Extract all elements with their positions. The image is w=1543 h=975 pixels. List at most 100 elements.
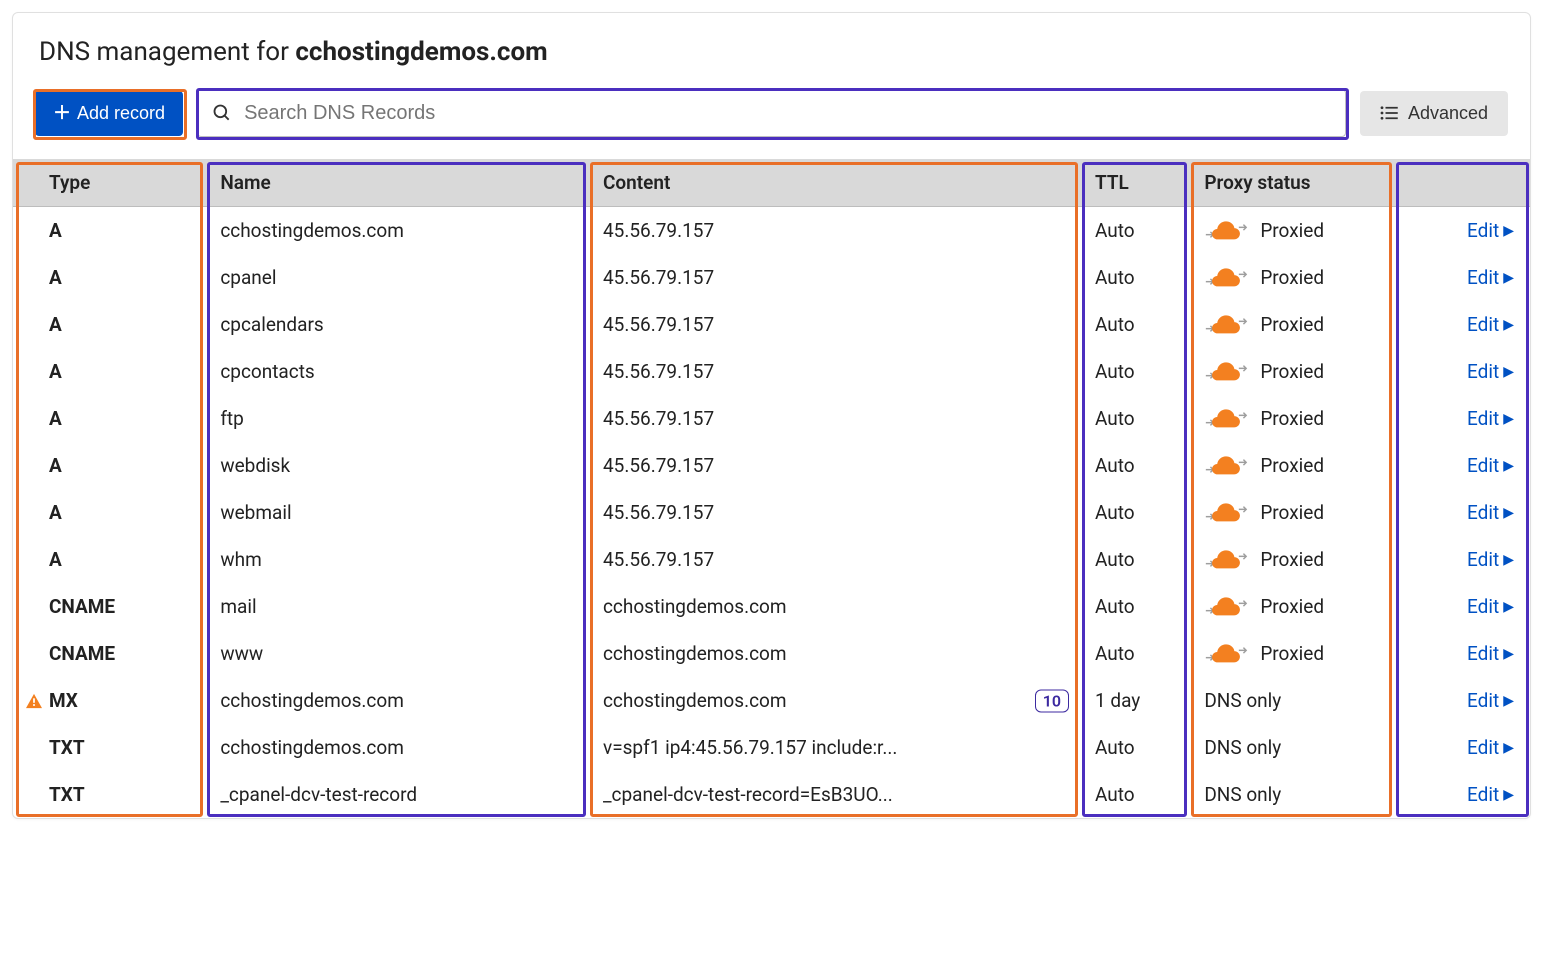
record-name: _cpanel-dcv-test-record <box>204 771 587 818</box>
table-row: Acpanel45.56.79.157Auto ProxiedEdit▶ <box>13 254 1530 301</box>
record-name: webmail <box>204 489 587 536</box>
col-header-ttl[interactable]: TTL <box>1079 159 1188 207</box>
search-input[interactable] <box>198 102 1345 125</box>
title-domain: cchostingdemos.com <box>295 37 547 67</box>
search-box[interactable] <box>197 89 1346 137</box>
edit-link[interactable]: Edit▶ <box>1467 642 1514 665</box>
record-actions: Edit▶ <box>1393 583 1530 630</box>
record-ttl: Auto <box>1079 771 1188 818</box>
record-actions: Edit▶ <box>1393 442 1530 489</box>
col-header-name[interactable]: Name <box>204 159 587 207</box>
col-header-proxy[interactable]: Proxy status <box>1188 159 1393 207</box>
edit-link[interactable]: Edit▶ <box>1467 548 1514 571</box>
record-name: mail <box>204 583 587 630</box>
edit-link[interactable]: Edit▶ <box>1467 360 1514 383</box>
edit-link[interactable]: Edit▶ <box>1467 266 1514 289</box>
proxied-cloud-icon <box>1204 220 1248 242</box>
caret-right-icon: ▶ <box>1503 740 1514 756</box>
record-name: cpanel <box>204 254 587 301</box>
caret-right-icon: ▶ <box>1503 270 1514 286</box>
caret-right-icon: ▶ <box>1503 693 1514 709</box>
record-content: 45.56.79.157 <box>587 442 1079 489</box>
table-row: Awebmail45.56.79.157Auto ProxiedEdit▶ <box>13 489 1530 536</box>
record-proxy-status[interactable]: Proxied <box>1188 536 1393 583</box>
caret-right-icon: ▶ <box>1503 552 1514 568</box>
record-proxy-status[interactable]: Proxied <box>1188 583 1393 630</box>
record-proxy-status[interactable]: Proxied <box>1188 348 1393 395</box>
record-actions: Edit▶ <box>1393 724 1530 771</box>
edit-link[interactable]: Edit▶ <box>1467 689 1514 712</box>
record-actions: Edit▶ <box>1393 771 1530 818</box>
proxied-cloud-icon <box>1204 361 1248 383</box>
record-ttl: Auto <box>1079 348 1188 395</box>
record-actions: Edit▶ <box>1393 536 1530 583</box>
table-row: CNAMEmailcchostingdemos.comAuto ProxiedE… <box>13 583 1530 630</box>
record-ttl: Auto <box>1079 207 1188 255</box>
record-ttl: Auto <box>1079 536 1188 583</box>
record-proxy-status[interactable]: DNS only <box>1188 771 1393 818</box>
col-header-type[interactable]: Type <box>13 159 204 207</box>
edit-link[interactable]: Edit▶ <box>1467 407 1514 430</box>
record-proxy-status[interactable]: Proxied <box>1188 395 1393 442</box>
record-proxy-status[interactable]: Proxied <box>1188 207 1393 255</box>
advanced-button[interactable]: Advanced <box>1360 91 1508 136</box>
record-proxy-status[interactable]: DNS only <box>1188 677 1393 724</box>
record-actions: Edit▶ <box>1393 489 1530 536</box>
record-proxy-status[interactable]: Proxied <box>1188 442 1393 489</box>
record-content: v=spf1 ip4:45.56.79.157 include:r... <box>587 724 1079 771</box>
edit-link[interactable]: Edit▶ <box>1467 454 1514 477</box>
record-ttl: 1 day <box>1079 677 1188 724</box>
record-type: TXT <box>13 771 204 818</box>
list-icon <box>1380 106 1398 120</box>
record-actions: Edit▶ <box>1393 677 1530 724</box>
add-record-button[interactable]: ＋ Add record <box>35 91 183 136</box>
caret-right-icon: ▶ <box>1503 646 1514 662</box>
caret-right-icon: ▶ <box>1503 317 1514 333</box>
proxied-cloud-icon <box>1204 502 1248 524</box>
record-proxy-status[interactable]: DNS only <box>1188 724 1393 771</box>
record-content: 45.56.79.157 <box>587 207 1079 255</box>
record-proxy-status[interactable]: Proxied <box>1188 254 1393 301</box>
caret-right-icon: ▶ <box>1503 458 1514 474</box>
edit-link[interactable]: Edit▶ <box>1467 736 1514 759</box>
table-row: MXcchostingdemos.comcchostingdemos.com10… <box>13 677 1530 724</box>
proxied-cloud-icon <box>1204 408 1248 430</box>
edit-link[interactable]: Edit▶ <box>1467 313 1514 336</box>
record-content: _cpanel-dcv-test-record=EsB3UO... <box>587 771 1079 818</box>
search-icon <box>212 103 232 123</box>
proxied-cloud-icon <box>1204 596 1248 618</box>
record-proxy-status[interactable]: Proxied <box>1188 630 1393 677</box>
edit-link[interactable]: Edit▶ <box>1467 501 1514 524</box>
record-content: 45.56.79.157 <box>587 348 1079 395</box>
table-row: TXTcchostingdemos.comv=spf1 ip4:45.56.79… <box>13 724 1530 771</box>
table-row: Aftp45.56.79.157Auto ProxiedEdit▶ <box>13 395 1530 442</box>
record-ttl: Auto <box>1079 395 1188 442</box>
record-ttl: Auto <box>1079 724 1188 771</box>
record-proxy-status[interactable]: Proxied <box>1188 489 1393 536</box>
record-actions: Edit▶ <box>1393 207 1530 255</box>
advanced-label: Advanced <box>1408 103 1488 124</box>
record-name: cpcalendars <box>204 301 587 348</box>
edit-link[interactable]: Edit▶ <box>1467 595 1514 618</box>
record-ttl: Auto <box>1079 442 1188 489</box>
table-row: Acpcalendars45.56.79.157Auto ProxiedEdit… <box>13 301 1530 348</box>
edit-link[interactable]: Edit▶ <box>1467 219 1514 242</box>
edit-link[interactable]: Edit▶ <box>1467 783 1514 806</box>
record-ttl: Auto <box>1079 630 1188 677</box>
table-row: CNAMEwwwcchostingdemos.comAuto ProxiedEd… <box>13 630 1530 677</box>
page-title: DNS management for cchostingdemos.com <box>13 31 1530 89</box>
record-actions: Edit▶ <box>1393 348 1530 395</box>
col-header-content[interactable]: Content <box>587 159 1079 207</box>
record-name: cpcontacts <box>204 348 587 395</box>
proxied-cloud-icon <box>1204 267 1248 289</box>
table-row: TXT_cpanel-dcv-test-record_cpanel-dcv-te… <box>13 771 1530 818</box>
table-head: Type Name Content TTL Proxy status <box>13 159 1530 207</box>
priority-badge: 10 <box>1035 689 1069 712</box>
col-header-actions <box>1393 159 1530 207</box>
record-type: A <box>13 395 204 442</box>
record-content: 45.56.79.157 <box>587 254 1079 301</box>
record-type: A <box>13 489 204 536</box>
record-proxy-status[interactable]: Proxied <box>1188 301 1393 348</box>
caret-right-icon: ▶ <box>1503 411 1514 427</box>
record-type: A <box>13 301 204 348</box>
